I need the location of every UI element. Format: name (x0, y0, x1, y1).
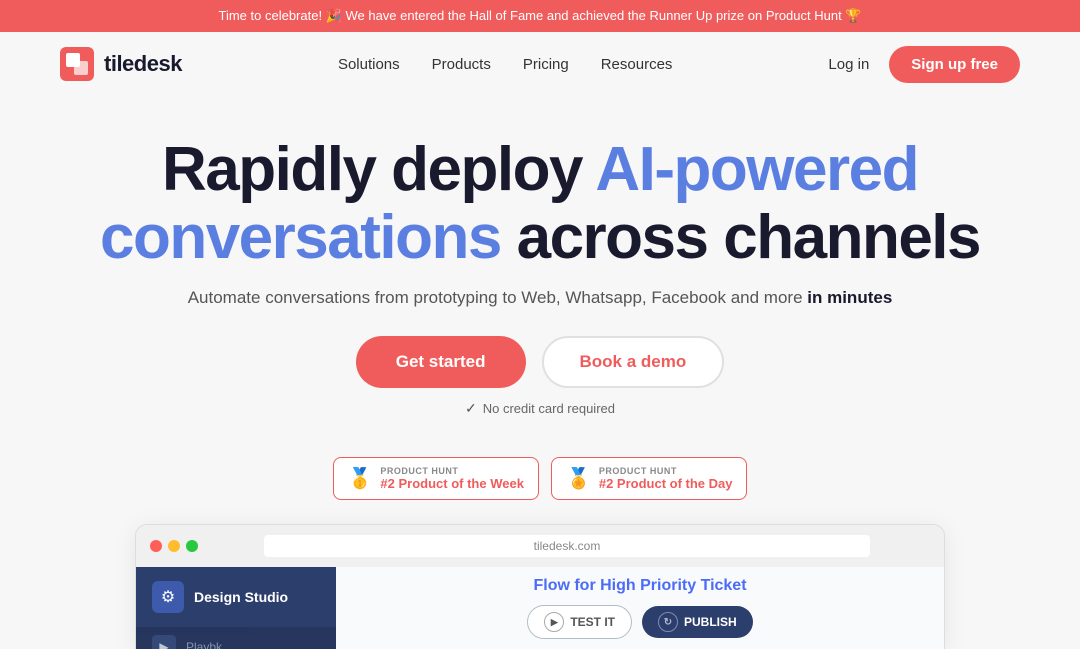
titlebar-dot-maximize (186, 540, 198, 552)
book-demo-button[interactable]: Book a demo (542, 336, 725, 388)
app-sidebar: ⚙ Design Studio ▶ Playbk (136, 567, 336, 649)
sidebar-playbook[interactable]: ▶ Playbk (136, 627, 336, 649)
app-preview: tiledesk.com ⚙ Design Studio ▶ Playbk Fl… (135, 524, 945, 649)
hero-buttons: Get started Book a demo (60, 336, 1020, 388)
hero-heading-part2: across channels (501, 203, 980, 272)
hero-heading: Rapidly deploy AI-powered conversations … (60, 136, 1020, 272)
top-banner: Time to celebrate! 🎉 We have entered the… (0, 0, 1080, 32)
titlebar-dot-close (150, 540, 162, 552)
login-link[interactable]: Log in (828, 56, 869, 73)
playbook-icon: ▶ (152, 635, 176, 649)
design-studio-icon: ⚙ (152, 581, 184, 613)
badge-week[interactable]: 🥇 PRODUCT HUNT #2 Product of the Week (333, 457, 539, 500)
checkmark-icon: ✓ (465, 400, 477, 417)
address-bar: tiledesk.com (264, 535, 870, 557)
badge-week-label: PRODUCT HUNT (380, 466, 524, 476)
no-cc-text: No credit card required (483, 401, 615, 416)
app-actions: ▶ TEST IT ↻ PUBLISH (527, 605, 752, 639)
logo[interactable]: tiledesk (60, 47, 182, 81)
navbar-actions: Log in Sign up free (828, 46, 1020, 83)
titlebar-dot-minimize (168, 540, 180, 552)
publish-button[interactable]: ↻ PUBLISH (642, 606, 753, 638)
nav-solutions[interactable]: Solutions (338, 56, 400, 73)
badge-day-rank: #2 Product of the Day (599, 476, 733, 491)
design-studio-label: Design Studio (194, 589, 288, 605)
no-credit-card: ✓ No credit card required (60, 400, 1020, 417)
logo-text: tiledesk (104, 51, 182, 77)
app-titlebar: tiledesk.com (136, 525, 944, 567)
banner-text: Time to celebrate! 🎉 We have entered the… (219, 8, 862, 23)
hero-section: Rapidly deploy AI-powered conversations … (0, 96, 1080, 457)
nav-resources[interactable]: Resources (601, 56, 673, 73)
navbar: tiledesk Solutions Products Pricing Reso… (0, 32, 1080, 96)
hero-subtext: Automate conversations from prototyping … (60, 288, 1020, 308)
publish-label: PUBLISH (684, 615, 737, 629)
flow-title: Flow for High Priority Ticket (533, 577, 746, 595)
app-body: ⚙ Design Studio ▶ Playbk Flow for High P… (136, 567, 944, 649)
signup-button[interactable]: Sign up free (889, 46, 1020, 83)
badge-day-label: PRODUCT HUNT (599, 466, 733, 476)
hero-sub-text: Automate conversations from prototyping … (188, 288, 808, 307)
badge-week-rank: #2 Product of the Week (380, 476, 524, 491)
hero-sub-bold: in minutes (807, 288, 892, 307)
play-icon: ▶ (544, 612, 564, 632)
badge-week-icon: 🥇 (348, 466, 373, 491)
nav-links: Solutions Products Pricing Resources (338, 56, 672, 73)
test-it-label: TEST IT (570, 615, 615, 629)
app-main-content: Flow for High Priority Ticket ▶ TEST IT … (336, 567, 944, 649)
sidebar-design-studio[interactable]: ⚙ Design Studio (136, 567, 336, 627)
badge-day[interactable]: 🏅 PRODUCT HUNT #2 Product of the Day (551, 457, 748, 500)
badge-day-icon: 🏅 (566, 466, 591, 491)
logo-icon (60, 47, 94, 81)
badge-day-text: PRODUCT HUNT #2 Product of the Day (599, 466, 733, 491)
nav-products[interactable]: Products (432, 56, 491, 73)
playbook-label: Playbk (186, 640, 222, 649)
test-it-button[interactable]: ▶ TEST IT (527, 605, 632, 639)
badge-week-text: PRODUCT HUNT #2 Product of the Week (380, 466, 524, 491)
refresh-icon: ↻ (658, 612, 678, 632)
nav-pricing[interactable]: Pricing (523, 56, 569, 73)
hero-heading-part1: Rapidly deploy (162, 135, 595, 204)
product-hunt-badges: 🥇 PRODUCT HUNT #2 Product of the Week 🏅 … (0, 457, 1080, 500)
get-started-button[interactable]: Get started (356, 336, 526, 388)
